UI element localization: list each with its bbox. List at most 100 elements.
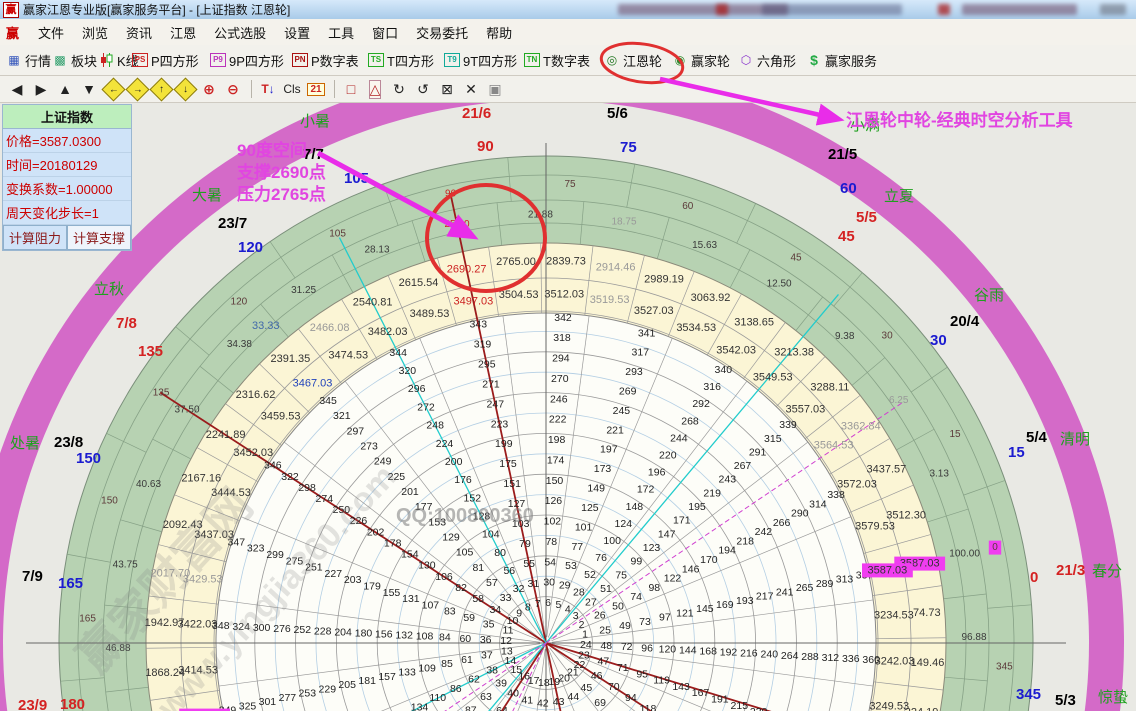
svg-text:3564.53: 3564.53 xyxy=(814,439,854,451)
svg-text:44: 44 xyxy=(568,691,580,703)
svg-text:3362.84: 3362.84 xyxy=(841,421,881,433)
svg-text:174: 174 xyxy=(547,455,565,467)
svg-text:82: 82 xyxy=(455,582,467,594)
menu-item-7[interactable]: 工具 xyxy=(319,20,363,45)
calc-support-button[interactable]: 计算支撑 xyxy=(67,225,131,250)
toolbar2-calendar-button[interactable]: 21 xyxy=(305,79,327,99)
svg-text:130: 130 xyxy=(418,560,436,572)
svg-text:227: 227 xyxy=(325,568,343,580)
svg-text:264: 264 xyxy=(781,650,799,662)
svg-text:56: 56 xyxy=(503,565,515,577)
menu-item-6[interactable]: 设置 xyxy=(275,20,319,45)
toolbar2-t-updown-button[interactable]: T↓ xyxy=(257,79,279,99)
toolbar2-zoom-in-button[interactable]: ⊕ xyxy=(198,79,220,99)
svg-text:29: 29 xyxy=(559,580,571,592)
winner-wheel-icon: ◉ xyxy=(672,53,688,68)
svg-text:248: 248 xyxy=(426,420,444,432)
screen-tool-icon: ▣ xyxy=(488,81,501,98)
svg-text:247: 247 xyxy=(487,398,505,410)
svg-text:336: 336 xyxy=(842,653,860,665)
toolbar-button-板块[interactable]: ▩板块 xyxy=(52,49,97,71)
toolbar2-nav-right-button[interactable]: ▶ xyxy=(30,79,52,99)
svg-text:196: 196 xyxy=(648,467,666,479)
svg-text:197: 197 xyxy=(600,444,618,456)
menu-item-9[interactable]: 交易委托 xyxy=(407,20,477,45)
menu-item-8[interactable]: 窗口 xyxy=(363,20,407,45)
svg-text:2466.08: 2466.08 xyxy=(310,322,350,334)
svg-text:3467.03: 3467.03 xyxy=(293,378,333,390)
svg-text:133: 133 xyxy=(398,667,416,679)
toolbar2-step-left-button[interactable]: ← xyxy=(102,79,124,99)
nav-up-icon: ▲ xyxy=(58,81,72,97)
svg-text:266: 266 xyxy=(773,517,791,529)
menu-item-1[interactable]: 文件 xyxy=(29,20,73,45)
toolbar2-square-tool-button[interactable]: □ xyxy=(340,79,362,99)
svg-text:95: 95 xyxy=(636,668,648,680)
svg-text:204: 204 xyxy=(334,626,352,638)
toolbar2-step-right-button[interactable]: → xyxy=(126,79,148,99)
t-updown-icon: T↓ xyxy=(261,82,274,96)
toolbar2-rotate-ccw-button[interactable]: ↺ xyxy=(412,79,434,99)
menu-item-2[interactable]: 浏览 xyxy=(73,20,117,45)
toolbar2-nav-left-button[interactable]: ◀ xyxy=(6,79,28,99)
index-name: 上证指数 xyxy=(3,105,131,129)
calc-resistance-button[interactable]: 计算阻力 xyxy=(3,225,67,250)
menu-item-4[interactable]: 江恩 xyxy=(161,20,205,45)
watermark-qq: QQ:100800360 xyxy=(396,505,534,528)
toolbar-label: 板块 xyxy=(71,51,97,70)
svg-text:3234.53: 3234.53 xyxy=(874,610,914,622)
svg-text:49: 49 xyxy=(619,620,631,632)
svg-text:21.88: 21.88 xyxy=(528,210,553,221)
svg-text:271: 271 xyxy=(482,378,500,390)
toolbar2-nav-down-button[interactable]: ▼ xyxy=(78,79,100,99)
toolbar2-triangle-tool-button[interactable]: △ xyxy=(364,79,386,99)
svg-text:243: 243 xyxy=(719,474,737,486)
toolbar2-rotate-cw-button[interactable]: ↻ xyxy=(388,79,410,99)
svg-text:8: 8 xyxy=(525,601,531,613)
svg-text:3249.53: 3249.53 xyxy=(869,701,909,711)
svg-text:76: 76 xyxy=(595,552,607,564)
toolbar2-screen-tool-button[interactable]: ▣ xyxy=(484,79,506,99)
menu-item-3[interactable]: 资讯 xyxy=(117,20,161,45)
toolbar2-maximize-button[interactable]: ⊠ xyxy=(436,79,458,99)
svg-text:109: 109 xyxy=(418,662,436,674)
svg-text:181: 181 xyxy=(358,675,376,687)
toolbar-button-P四方形[interactable]: PSP四方形 xyxy=(132,49,199,71)
svg-text:293: 293 xyxy=(625,366,643,378)
svg-text:55: 55 xyxy=(523,558,535,570)
toolbar2-nav-up-button[interactable]: ▲ xyxy=(54,79,76,99)
zoom-in-icon: ⊕ xyxy=(203,81,215,98)
menu-item-5[interactable]: 公式选股 xyxy=(205,20,275,45)
svg-text:192: 192 xyxy=(720,647,738,659)
toolbar-button-T四方形[interactable]: TST四方形 xyxy=(368,49,434,71)
toolbar2-step-down-button[interactable]: ↓ xyxy=(174,79,196,99)
svg-text:85: 85 xyxy=(441,658,453,670)
toolbar-button-六角形[interactable]: ⬡六角形 xyxy=(738,49,796,71)
toolbar-button-行情[interactable]: ▦行情 xyxy=(6,49,51,71)
kline-icon xyxy=(98,53,114,68)
toolbar-button-P数字表[interactable]: PNP数字表 xyxy=(292,49,359,71)
svg-text:106: 106 xyxy=(435,571,453,583)
toolbar-button-江恩轮[interactable]: ◎江恩轮 xyxy=(604,49,662,71)
menu-item-10[interactable]: 帮助 xyxy=(477,20,521,45)
toolbar-button-赢家轮[interactable]: ◉赢家轮 xyxy=(672,49,730,71)
toolbar2-center-tool-button[interactable]: ✕ xyxy=(460,79,482,99)
toolbar-button-赢家服务[interactable]: $赢家服务 xyxy=(806,49,877,71)
toolbar-button-9T四方形[interactable]: T99T四方形 xyxy=(444,49,517,71)
svg-text:2615.54: 2615.54 xyxy=(399,277,439,289)
svg-text:180: 180 xyxy=(355,627,373,639)
svg-text:126: 126 xyxy=(545,495,563,507)
svg-text:3549.53: 3549.53 xyxy=(753,372,793,384)
svg-text:320: 320 xyxy=(399,365,417,377)
svg-text:58: 58 xyxy=(472,593,484,605)
svg-text:34: 34 xyxy=(489,604,501,616)
toolbar2-zoom-out-button[interactable]: ⊖ xyxy=(222,79,244,99)
menu-logo-icon: 赢 xyxy=(6,23,19,42)
toolbar2-step-up-button[interactable]: ↑ xyxy=(150,79,172,99)
svg-text:345: 345 xyxy=(319,395,337,407)
toolbar2-cls-button[interactable]: Cls xyxy=(281,79,303,99)
toolbar-button-T数字表[interactable]: TNT数字表 xyxy=(524,49,590,71)
svg-text:3242.03: 3242.03 xyxy=(875,655,915,667)
toolbar-button-9P四方形[interactable]: P99P四方形 xyxy=(210,49,284,71)
svg-text:156: 156 xyxy=(375,629,393,641)
